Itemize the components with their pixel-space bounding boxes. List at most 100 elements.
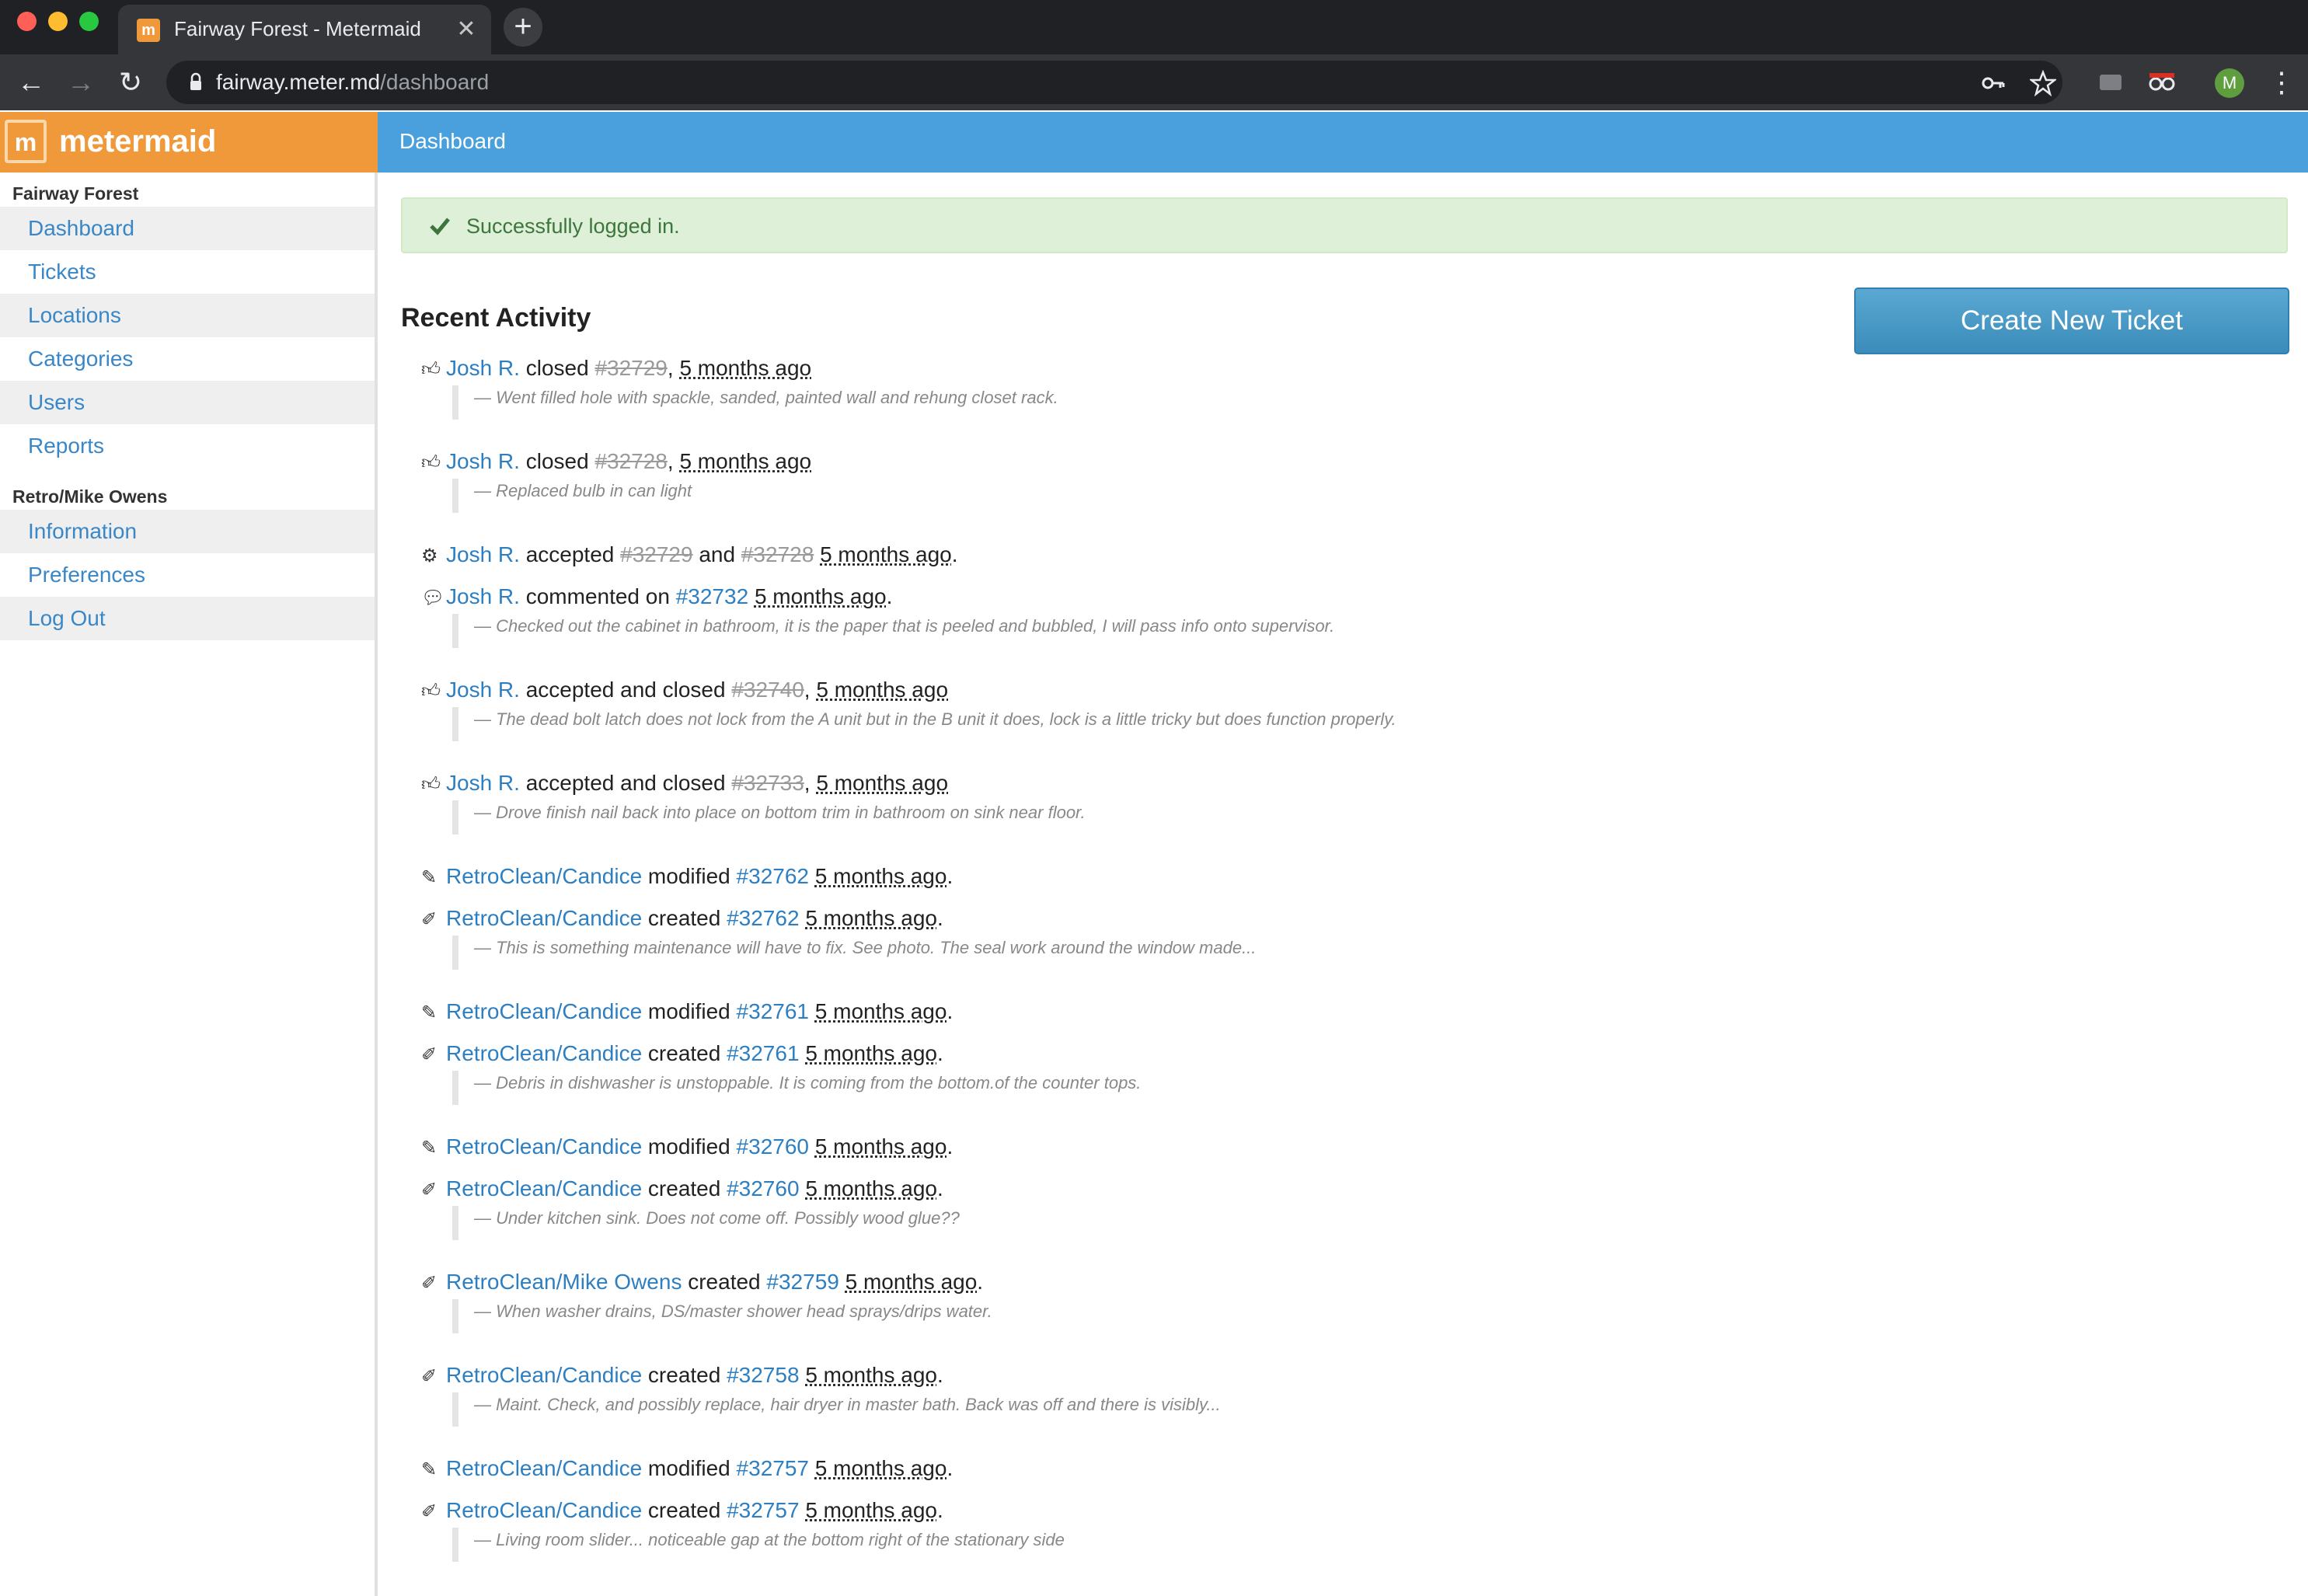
reload-icon[interactable]: ↻ — [112, 64, 149, 101]
back-arrow-icon[interactable]: ← — [12, 64, 50, 101]
activity-user-link[interactable]: RetroClean/Candice — [446, 1456, 642, 1480]
sidebar-item-label: Log Out — [28, 606, 106, 630]
ticket-link[interactable]: #32761 — [737, 999, 809, 1023]
activity-timestamp: 5 months ago — [820, 542, 952, 566]
ticket-link[interactable]: #32740 — [731, 678, 804, 702]
ticket-icon: ✐ — [421, 1273, 438, 1294]
browser-tabstrip: m Fairway Forest - Metermaid ✕ + — [0, 0, 2308, 54]
activity-period: . — [977, 1270, 984, 1294]
recent-activity-title: Recent Activity — [401, 303, 591, 333]
ticket-link[interactable]: #32729 — [620, 542, 692, 566]
activity-action: closed — [519, 449, 595, 473]
create-new-ticket-button[interactable]: Create New Ticket — [1854, 287, 2289, 354]
activity-item: 👍︎ Josh R. accepted and closed #32733, 5 … — [421, 771, 948, 796]
sidebar-item-users[interactable]: Users — [0, 381, 375, 424]
activity-item: ✐ RetroClean/Candice created #32761 5 mon… — [421, 1041, 943, 1066]
edit-icon: ✎ — [421, 1002, 438, 1023]
activity-user-link[interactable]: RetroClean/Mike Owens — [446, 1270, 682, 1294]
ticket-link[interactable]: #32759 — [766, 1270, 838, 1294]
ticket-link[interactable]: #32760 — [737, 1134, 809, 1159]
activity-action: modified — [642, 999, 737, 1023]
sidebar: Fairway Forest Dashboard Tickets Locatio… — [0, 172, 378, 1596]
ticket-icon: ✐ — [421, 909, 438, 930]
ticket-link[interactable]: #32757 — [737, 1456, 809, 1480]
window-maximize-button[interactable] — [79, 12, 99, 31]
ticket-link[interactable]: #32729 — [594, 356, 667, 380]
app-topbar: Dashboard — [378, 112, 2308, 172]
ticket-link[interactable]: #32761 — [727, 1041, 799, 1065]
bookmark-star-icon[interactable] — [2030, 70, 2056, 96]
ticket-link[interactable]: #32728 — [594, 449, 667, 473]
address-bar[interactable]: fairway.meter.md/dashboard — [166, 61, 2062, 104]
ticket-link[interactable]: #32762 — [727, 906, 799, 930]
activity-user-link[interactable]: Josh R. — [446, 584, 520, 608]
activity-action: created — [642, 1498, 727, 1522]
sidebar-item-locations[interactable]: Locations — [0, 294, 375, 337]
sidebar-item-logout[interactable]: Log Out — [0, 597, 375, 640]
sidebar-item-label: Locations — [28, 303, 121, 327]
activity-timestamp: 5 months ago — [679, 356, 812, 380]
tab-title: Fairway Forest - Metermaid — [174, 17, 421, 40]
activity-separator: , — [667, 449, 680, 473]
sidebar-item-tickets[interactable]: Tickets — [0, 250, 375, 294]
activity-user-link[interactable]: Josh R. — [446, 449, 520, 473]
browser-tab-active[interactable]: m Fairway Forest - Metermaid ✕ — [118, 5, 491, 54]
activity-period: . — [947, 864, 954, 888]
window-minimize-button[interactable] — [48, 12, 68, 31]
activity-action: created — [682, 1270, 767, 1294]
new-tab-button[interactable]: + — [504, 8, 542, 47]
activity-comment: — Maint. Check, and possibly replace, ha… — [452, 1392, 1221, 1427]
window-close-button[interactable] — [17, 12, 37, 31]
browser-toolbar: ← → ↻ fairway.meter.md/dashboard M ⋮ — [0, 54, 2308, 110]
activity-user-link[interactable]: Josh R. — [446, 542, 520, 566]
sidebar-item-label: Information — [28, 519, 138, 543]
activity-action: modified — [642, 864, 737, 888]
activity-timestamp: 5 months ago — [805, 906, 937, 930]
sidebar-item-reports[interactable]: Reports — [0, 424, 375, 468]
forward-arrow-icon[interactable]: → — [62, 64, 99, 101]
activity-user-link[interactable]: RetroClean/Candice — [446, 1363, 642, 1387]
activity-user-link[interactable]: RetroClean/Candice — [446, 999, 642, 1023]
activity-separator — [839, 1270, 845, 1294]
extension-glasses-icon[interactable] — [2146, 68, 2177, 96]
tab-close-icon[interactable]: ✕ — [452, 16, 480, 44]
sidebar-item-categories[interactable]: Categories — [0, 337, 375, 381]
browser-menu-icon[interactable]: ⋮ — [2268, 65, 2296, 99]
activity-timestamp: 5 months ago — [814, 1134, 947, 1159]
profile-avatar[interactable]: M — [2215, 68, 2244, 98]
sidebar-item-preferences[interactable]: Preferences — [0, 553, 375, 597]
activity-item: ✐ RetroClean/Mike Owens created #32759 5 … — [421, 1270, 983, 1295]
sidebar-item-label: Tickets — [28, 260, 96, 284]
logo-text[interactable]: metermaid — [59, 124, 216, 159]
sidebar-item-dashboard[interactable]: Dashboard — [0, 207, 375, 250]
activity-user-link[interactable]: RetroClean/Candice — [446, 906, 642, 930]
ticket-link[interactable]: #32758 — [727, 1363, 799, 1387]
activity-user-link[interactable]: Josh R. — [446, 678, 520, 702]
ticket-link[interactable]: #32760 — [727, 1176, 799, 1200]
ticket-link[interactable]: #32733 — [731, 771, 804, 795]
key-icon[interactable] — [1980, 70, 2006, 96]
activity-user-link[interactable]: RetroClean/Candice — [446, 1498, 642, 1522]
app-logo-bar: m metermaid — [0, 112, 378, 172]
edit-icon: ✎ — [421, 1459, 438, 1480]
success-alert: Successfully logged in. — [401, 197, 2288, 253]
page-title: Dashboard — [399, 129, 506, 153]
activity-user-link[interactable]: RetroClean/Candice — [446, 864, 642, 888]
activity-action: created — [642, 1363, 727, 1387]
activity-user-link[interactable]: RetroClean/Candice — [446, 1134, 642, 1159]
thumbs-up-icon: 👍︎ — [421, 452, 441, 473]
ticket-link[interactable]: #32732 — [676, 584, 748, 608]
ticket-link[interactable]: #32728 — [741, 542, 814, 566]
ticket-icon: ✐ — [421, 1044, 438, 1065]
activity-user-link[interactable]: RetroClean/Candice — [446, 1176, 642, 1200]
extension-cast-icon[interactable] — [2095, 68, 2126, 96]
activity-separator — [814, 542, 820, 566]
sidebar-item-information[interactable]: Information — [0, 510, 375, 553]
ticket-link[interactable]: #32757 — [727, 1498, 799, 1522]
activity-user-link[interactable]: Josh R. — [446, 356, 520, 380]
activity-period: . — [947, 999, 954, 1023]
activity-item: ✐ RetroClean/Candice created #32757 5 mon… — [421, 1498, 943, 1523]
activity-user-link[interactable]: Josh R. — [446, 771, 520, 795]
ticket-link[interactable]: #32762 — [737, 864, 809, 888]
activity-user-link[interactable]: RetroClean/Candice — [446, 1041, 642, 1065]
